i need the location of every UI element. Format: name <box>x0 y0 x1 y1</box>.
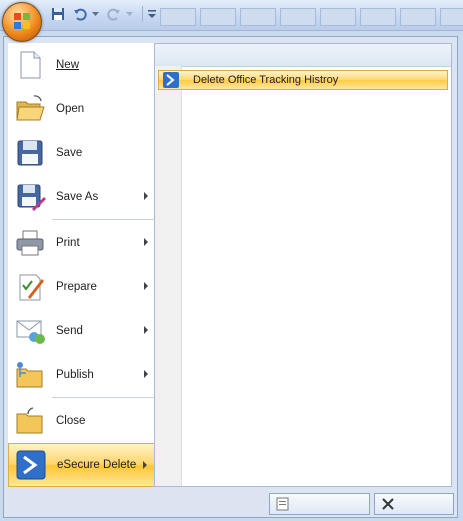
submenu-arrow-icon <box>143 461 147 469</box>
submenu-item-delete-tracking-history[interactable]: Delete Office Tracking Histroy <box>158 70 448 90</box>
menu-item-save-as[interactable]: Save As <box>8 175 156 219</box>
save-as-icon <box>17 184 46 211</box>
menu-separator <box>52 397 156 398</box>
prepare-icon <box>19 274 44 301</box>
submenu-arrow-icon <box>144 370 148 378</box>
menu-item-prepare[interactable]: Prepare <box>8 265 156 309</box>
ribbon-tab-ghost <box>160 8 196 26</box>
office-menu: New Open Save Save As Print Prepare Send… <box>3 36 458 518</box>
ribbon-tab-ghost <box>400 8 436 26</box>
submenu-header <box>155 44 451 67</box>
office-button[interactable] <box>2 2 42 42</box>
menu-item-send[interactable]: Send <box>8 309 156 353</box>
submenu-arrow-icon <box>144 282 148 290</box>
chevron-down-icon[interactable] <box>90 6 100 22</box>
menu-item-save[interactable]: Save <box>8 131 156 175</box>
ribbon-tab-ghost <box>240 8 276 26</box>
menu-item-esecure-delete[interactable]: eSecure Delete <box>8 443 156 487</box>
submenu-arrow-icon <box>144 238 148 246</box>
save-icon[interactable] <box>50 6 66 22</box>
chevron-down-icon[interactable] <box>124 6 134 22</box>
menu-item-label: New <box>56 59 80 71</box>
save-disk-icon <box>17 140 43 166</box>
menu-item-label: eSecure Delete <box>57 459 137 471</box>
esecure-icon <box>16 450 46 480</box>
exit-button[interactable] <box>374 493 454 515</box>
ribbon-tab-ghost <box>200 8 236 26</box>
submenu-icon-gutter <box>155 66 182 486</box>
options-button[interactable] <box>269 493 370 515</box>
undo-icon[interactable] <box>72 6 88 22</box>
menu-item-print[interactable]: Print <box>8 221 156 265</box>
menu-item-new[interactable]: New <box>8 43 156 87</box>
exit-x-icon <box>382 498 394 510</box>
ribbon-tab-ghost <box>320 8 356 26</box>
redo-icon[interactable] <box>106 6 122 22</box>
customize-icon[interactable] <box>147 6 157 22</box>
submenu-item-label: Delete Office Tracking Histroy <box>193 74 339 86</box>
ribbon-tab-ghost <box>360 8 396 26</box>
toolbar-separator <box>142 6 143 22</box>
menu-separator <box>52 219 156 220</box>
printer-icon <box>16 230 44 256</box>
submenu-arrow-icon <box>144 326 148 334</box>
menu-item-close[interactable]: Close <box>8 399 156 443</box>
office-logo-icon <box>14 13 30 29</box>
submenu-panel: Delete Office Tracking Histroy <box>154 43 452 487</box>
send-icon <box>16 320 45 344</box>
ribbon-tab-ghost <box>280 8 316 26</box>
menu-item-label: Send <box>56 325 83 337</box>
menu-item-label: Open <box>56 103 85 115</box>
publish-icon <box>16 362 43 388</box>
new-document-icon <box>20 51 41 79</box>
menu-item-label: Publish <box>56 369 94 381</box>
menu-footer <box>4 489 457 517</box>
menu-item-label: Save As <box>56 191 99 203</box>
menu-item-label: Prepare <box>56 281 97 293</box>
office-menu-commands: New Open Save Save As Print Prepare Send… <box>8 43 156 487</box>
title-bar <box>0 0 463 31</box>
submenu-arrow-icon <box>144 192 148 200</box>
esecure-small-icon <box>163 72 179 88</box>
open-folder-icon <box>16 95 45 121</box>
menu-item-label: Close <box>56 415 86 427</box>
ribbon-tab-ghost <box>440 8 463 26</box>
options-icon <box>276 497 289 511</box>
close-folder-icon <box>16 407 43 434</box>
menu-item-label: Print <box>56 237 80 249</box>
menu-item-label: Save <box>56 147 83 159</box>
menu-item-publish[interactable]: Publish <box>8 353 156 397</box>
menu-item-open[interactable]: Open <box>8 87 156 131</box>
